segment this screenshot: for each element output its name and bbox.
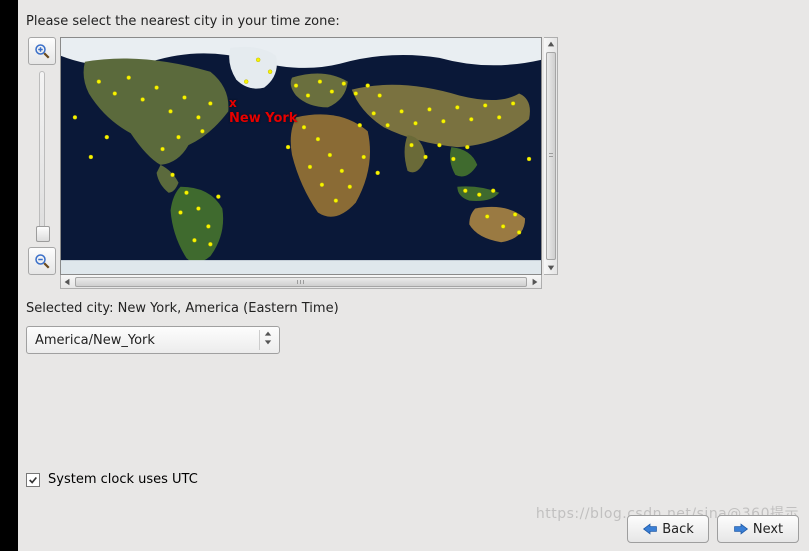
chevron-down-icon [264, 338, 272, 346]
combobox-spinner[interactable] [259, 330, 275, 350]
zoom-slider-thumb[interactable] [36, 226, 50, 242]
zoom-in-button[interactable] [28, 37, 56, 65]
zoom-slider[interactable] [34, 67, 50, 245]
chevron-up-icon [264, 330, 272, 338]
utc-row: System clock uses UTC [26, 472, 198, 487]
zoom-in-icon [33, 42, 51, 60]
utc-checkbox[interactable] [26, 473, 40, 487]
scroll-right-arrow[interactable] [529, 276, 541, 288]
selected-city-text: Selected city: New York, America (Easter… [26, 301, 799, 316]
timezone-combobox[interactable]: America/New_York [26, 326, 280, 354]
world-map[interactable]: x New York [60, 37, 542, 275]
scroll-down-arrow[interactable] [545, 262, 557, 274]
hscroll-row [60, 275, 799, 289]
utc-label: System clock uses UTC [48, 472, 198, 487]
next-button[interactable]: Next [717, 515, 799, 543]
map-area: x New York [26, 37, 799, 275]
selected-city-prefix: Selected city: [26, 301, 118, 316]
next-label: Next [753, 522, 783, 537]
zoom-slider-track [39, 71, 45, 241]
arrow-right-icon [733, 522, 749, 536]
map-vertical-scrollbar[interactable] [544, 37, 558, 275]
back-label: Back [662, 522, 694, 537]
instruction-text: Please select the nearest city in your t… [26, 14, 799, 29]
world-map-svg [61, 38, 541, 274]
scroll-left-arrow[interactable] [61, 276, 73, 288]
map-wrap: x New York [60, 37, 542, 275]
footer-nav: Back Next [627, 515, 799, 543]
scroll-up-arrow[interactable] [545, 38, 557, 50]
map-horizontal-scrollbar[interactable] [60, 275, 542, 289]
zoom-out-icon [33, 252, 51, 270]
zoom-controls [26, 37, 58, 275]
left-side-strip [0, 0, 18, 551]
arrow-left-icon [642, 522, 658, 536]
back-button[interactable]: Back [627, 515, 709, 543]
selected-city-value: New York, America (Eastern Time) [118, 301, 339, 316]
horizontal-scroll-thumb[interactable] [75, 277, 527, 287]
timezone-value: America/New_York [35, 333, 259, 348]
zoom-out-button[interactable] [28, 247, 56, 275]
vertical-scroll-thumb[interactable] [546, 52, 556, 260]
main-content: Please select the nearest city in your t… [26, 14, 799, 354]
check-icon [28, 475, 38, 485]
